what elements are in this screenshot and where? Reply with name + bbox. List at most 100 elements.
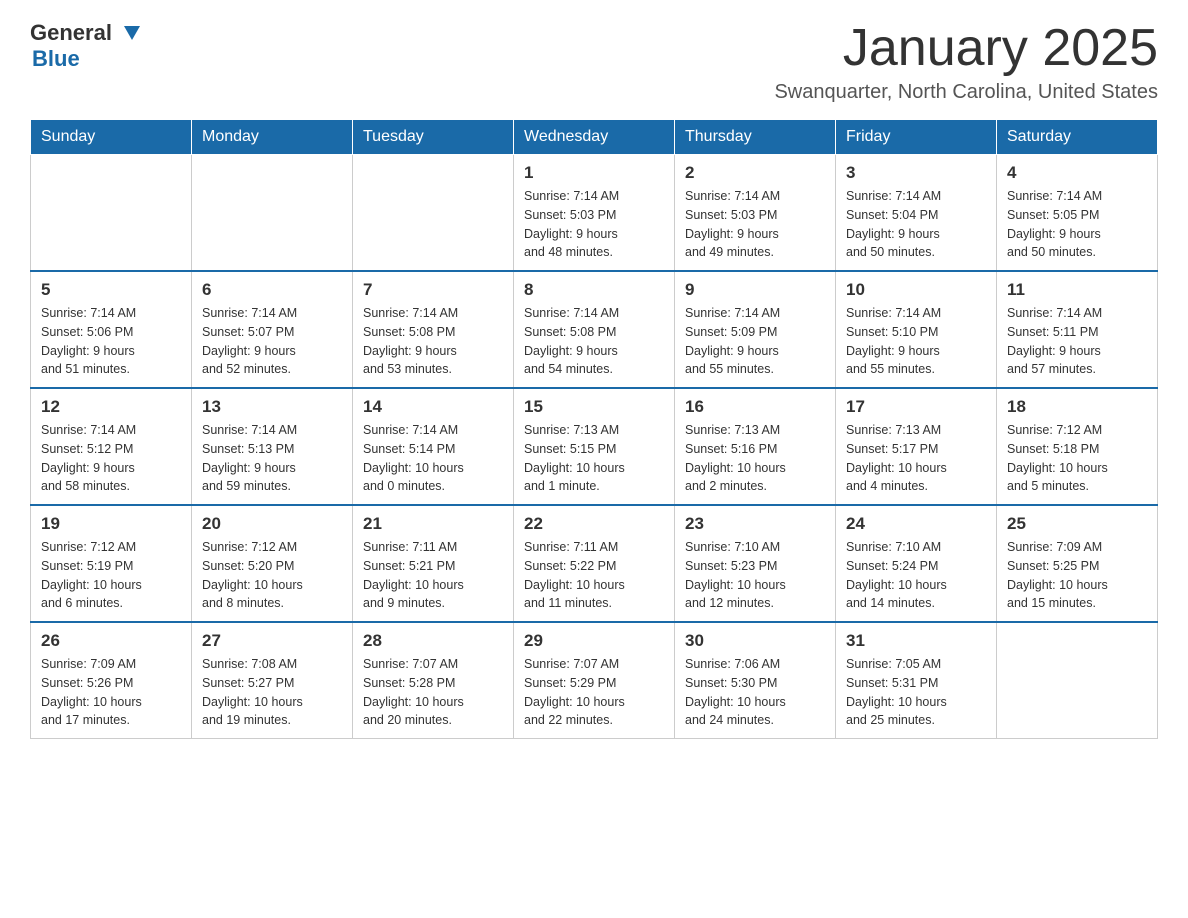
- day-number: 13: [202, 397, 342, 417]
- day-info: Sunrise: 7:14 AMSunset: 5:14 PMDaylight:…: [363, 421, 503, 496]
- calendar-header-row: SundayMondayTuesdayWednesdayThursdayFrid…: [31, 120, 1158, 155]
- calendar-header-friday: Friday: [836, 120, 997, 155]
- calendar-cell: [31, 155, 192, 272]
- day-info: Sunrise: 7:14 AMSunset: 5:13 PMDaylight:…: [202, 421, 342, 496]
- day-number: 6: [202, 280, 342, 300]
- calendar-cell: 10Sunrise: 7:14 AMSunset: 5:10 PMDayligh…: [836, 271, 997, 388]
- calendar-cell: 4 Sunrise: 7:14 AMSunset: 5:05 PMDaylight…: [997, 155, 1158, 272]
- calendar-cell: 1 Sunrise: 7:14 AMSunset: 5:03 PMDaylight…: [514, 155, 675, 272]
- day-info: Sunrise: 7:12 AMSunset: 5:18 PMDaylight:…: [1007, 421, 1147, 496]
- calendar-cell: 6 Sunrise: 7:14 AMSunset: 5:07 PMDaylight…: [192, 271, 353, 388]
- day-number: 17: [846, 397, 986, 417]
- day-number: 5: [41, 280, 181, 300]
- calendar-cell: 29 Sunrise: 7:07 AMSunset: 5:29 PMDayligh…: [514, 622, 675, 739]
- day-info: Sunrise: 7:14 AMSunset: 5:05 PMDaylight:…: [1007, 187, 1147, 262]
- calendar-week-row: 12 Sunrise: 7:14 AMSunset: 5:12 PMDayligh…: [31, 388, 1158, 505]
- calendar-header-tuesday: Tuesday: [353, 120, 514, 155]
- day-info: Sunrise: 7:14 AMSunset: 5:08 PMDaylight:…: [363, 304, 503, 379]
- day-info: Sunrise: 7:14 AMSunset: 5:06 PMDaylight:…: [41, 304, 181, 379]
- day-number: 27: [202, 631, 342, 651]
- day-number: 12: [41, 397, 181, 417]
- calendar-week-row: 26 Sunrise: 7:09 AMSunset: 5:26 PMDayligh…: [31, 622, 1158, 739]
- calendar-cell: 28Sunrise: 7:07 AMSunset: 5:28 PMDayligh…: [353, 622, 514, 739]
- day-info: Sunrise: 7:14 AMSunset: 5:03 PMDaylight:…: [524, 187, 664, 262]
- day-number: 28: [363, 631, 503, 651]
- calendar-cell: 3 Sunrise: 7:14 AMSunset: 5:04 PMDaylight…: [836, 155, 997, 272]
- calendar-header-saturday: Saturday: [997, 120, 1158, 155]
- day-info: Sunrise: 7:14 AMSunset: 5:12 PMDaylight:…: [41, 421, 181, 496]
- day-info: Sunrise: 7:11 AMSunset: 5:22 PMDaylight:…: [524, 538, 664, 613]
- day-number: 15: [524, 397, 664, 417]
- day-number: 18: [1007, 397, 1147, 417]
- day-info: Sunrise: 7:14 AMSunset: 5:03 PMDaylight:…: [685, 187, 825, 262]
- day-info: Sunrise: 7:11 AMSunset: 5:21 PMDaylight:…: [363, 538, 503, 613]
- calendar-cell: 12 Sunrise: 7:14 AMSunset: 5:12 PMDayligh…: [31, 388, 192, 505]
- day-number: 16: [685, 397, 825, 417]
- calendar-header-wednesday: Wednesday: [514, 120, 675, 155]
- calendar-cell: 16 Sunrise: 7:13 AMSunset: 5:16 PMDayligh…: [675, 388, 836, 505]
- calendar-cell: 26 Sunrise: 7:09 AMSunset: 5:26 PMDayligh…: [31, 622, 192, 739]
- calendar-cell: 31Sunrise: 7:05 AMSunset: 5:31 PMDayligh…: [836, 622, 997, 739]
- calendar-cell: 13 Sunrise: 7:14 AMSunset: 5:13 PMDayligh…: [192, 388, 353, 505]
- calendar-header-sunday: Sunday: [31, 120, 192, 155]
- calendar-cell: 21 Sunrise: 7:11 AMSunset: 5:21 PMDayligh…: [353, 505, 514, 622]
- calendar-week-row: 5 Sunrise: 7:14 AMSunset: 5:06 PMDaylight…: [31, 271, 1158, 388]
- day-info: Sunrise: 7:09 AMSunset: 5:25 PMDaylight:…: [1007, 538, 1147, 613]
- logo-general-text: General: [30, 20, 112, 46]
- day-number: 29: [524, 631, 664, 651]
- logo-blue-text: Blue: [32, 46, 80, 71]
- day-number: 20: [202, 514, 342, 534]
- page-header: General Blue January 2025 Swanquarter, N…: [30, 20, 1158, 104]
- calendar-cell: 5 Sunrise: 7:14 AMSunset: 5:06 PMDaylight…: [31, 271, 192, 388]
- day-number: 7: [363, 280, 503, 300]
- day-info: Sunrise: 7:05 AMSunset: 5:31 PMDaylight:…: [846, 655, 986, 730]
- calendar-cell: 2 Sunrise: 7:14 AMSunset: 5:03 PMDaylight…: [675, 155, 836, 272]
- day-number: 26: [41, 631, 181, 651]
- day-number: 14: [363, 397, 503, 417]
- calendar-cell: 22 Sunrise: 7:11 AMSunset: 5:22 PMDayligh…: [514, 505, 675, 622]
- calendar-week-row: 1 Sunrise: 7:14 AMSunset: 5:03 PMDaylight…: [31, 155, 1158, 272]
- calendar-cell: 11 Sunrise: 7:14 AMSunset: 5:11 PMDayligh…: [997, 271, 1158, 388]
- day-info: Sunrise: 7:08 AMSunset: 5:27 PMDaylight:…: [202, 655, 342, 730]
- calendar-cell: 17Sunrise: 7:13 AMSunset: 5:17 PMDayligh…: [836, 388, 997, 505]
- calendar-table: SundayMondayTuesdayWednesdayThursdayFrid…: [30, 119, 1158, 739]
- calendar-cell: 20 Sunrise: 7:12 AMSunset: 5:20 PMDayligh…: [192, 505, 353, 622]
- calendar-cell: 8Sunrise: 7:14 AMSunset: 5:08 PMDaylight…: [514, 271, 675, 388]
- day-info: Sunrise: 7:10 AMSunset: 5:24 PMDaylight:…: [846, 538, 986, 613]
- calendar-cell: [353, 155, 514, 272]
- day-info: Sunrise: 7:10 AMSunset: 5:23 PMDaylight:…: [685, 538, 825, 613]
- day-number: 1: [524, 163, 664, 183]
- day-info: Sunrise: 7:12 AMSunset: 5:20 PMDaylight:…: [202, 538, 342, 613]
- day-number: 2: [685, 163, 825, 183]
- calendar-title: January 2025: [774, 20, 1158, 77]
- day-number: 9: [685, 280, 825, 300]
- day-number: 21: [363, 514, 503, 534]
- day-number: 25: [1007, 514, 1147, 534]
- day-number: 19: [41, 514, 181, 534]
- day-info: Sunrise: 7:13 AMSunset: 5:16 PMDaylight:…: [685, 421, 825, 496]
- day-info: Sunrise: 7:14 AMSunset: 5:07 PMDaylight:…: [202, 304, 342, 379]
- day-info: Sunrise: 7:12 AMSunset: 5:19 PMDaylight:…: [41, 538, 181, 613]
- calendar-subtitle: Swanquarter, North Carolina, United Stat…: [774, 81, 1158, 104]
- day-info: Sunrise: 7:06 AMSunset: 5:30 PMDaylight:…: [685, 655, 825, 730]
- day-number: 23: [685, 514, 825, 534]
- calendar-cell: 19 Sunrise: 7:12 AMSunset: 5:19 PMDayligh…: [31, 505, 192, 622]
- calendar-cell: 18 Sunrise: 7:12 AMSunset: 5:18 PMDayligh…: [997, 388, 1158, 505]
- day-number: 11: [1007, 280, 1147, 300]
- day-info: Sunrise: 7:13 AMSunset: 5:15 PMDaylight:…: [524, 421, 664, 496]
- day-number: 3: [846, 163, 986, 183]
- day-number: 22: [524, 514, 664, 534]
- logo: General Blue: [30, 20, 140, 73]
- calendar-cell: 14 Sunrise: 7:14 AMSunset: 5:14 PMDayligh…: [353, 388, 514, 505]
- calendar-week-row: 19 Sunrise: 7:12 AMSunset: 5:19 PMDayligh…: [31, 505, 1158, 622]
- day-number: 4: [1007, 163, 1147, 183]
- calendar-cell: 23 Sunrise: 7:10 AMSunset: 5:23 PMDayligh…: [675, 505, 836, 622]
- day-info: Sunrise: 7:09 AMSunset: 5:26 PMDaylight:…: [41, 655, 181, 730]
- calendar-header-thursday: Thursday: [675, 120, 836, 155]
- day-info: Sunrise: 7:14 AMSunset: 5:04 PMDaylight:…: [846, 187, 986, 262]
- calendar-cell: [997, 622, 1158, 739]
- day-info: Sunrise: 7:14 AMSunset: 5:11 PMDaylight:…: [1007, 304, 1147, 379]
- day-info: Sunrise: 7:07 AMSunset: 5:29 PMDaylight:…: [524, 655, 664, 730]
- logo-triangle-icon: [124, 26, 140, 40]
- calendar-cell: 25 Sunrise: 7:09 AMSunset: 5:25 PMDayligh…: [997, 505, 1158, 622]
